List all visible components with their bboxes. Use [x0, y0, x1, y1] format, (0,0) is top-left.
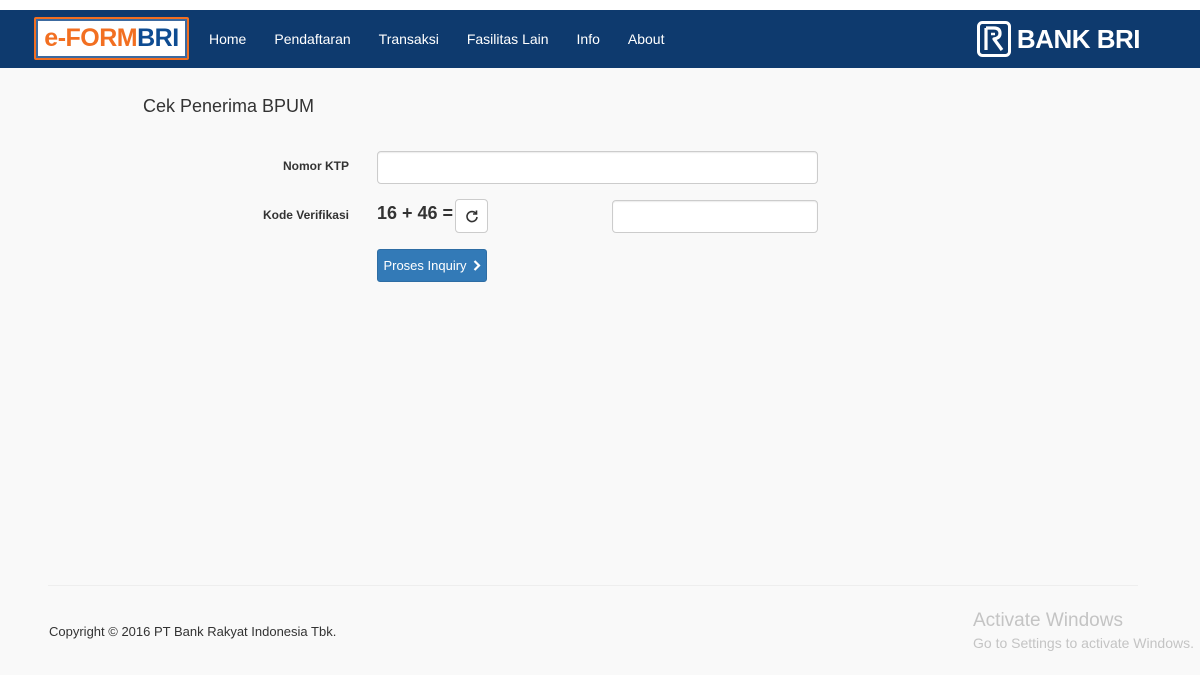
kode-verifikasi-label: Kode Verifikasi — [262, 208, 349, 222]
main-nav: Home Pendaftaran Transaksi Fasilitas Lai… — [195, 10, 678, 68]
proses-inquiry-button[interactable]: Proses Inquiry — [377, 249, 487, 282]
bri-logo-icon — [976, 21, 1011, 57]
nav-item-pendaftaran[interactable]: Pendaftaran — [260, 10, 364, 68]
footer-copyright: Copyright © 2016 PT Bank Rakyat Indonesi… — [49, 624, 337, 639]
activate-windows-watermark: Activate Windows Go to Settings to activ… — [973, 610, 1194, 651]
nav-item-fasilitas-lain[interactable]: Fasilitas Lain — [453, 10, 563, 68]
page-title: Cek Penerima BPUM — [143, 96, 315, 116]
logo-text-eform: e-FORM — [44, 24, 138, 52]
nomor-ktp-label: Nomor KTP — [283, 159, 349, 173]
navbar: e-FORM BRI Home Pendaftaran Transaksi Fas… — [0, 10, 1200, 68]
captcha-question: 16 + 46 = — [377, 203, 454, 223]
captcha-answer-input[interactable] — [612, 200, 818, 233]
refresh-captcha-button[interactable] — [455, 199, 488, 233]
eform-bri-logo[interactable]: e-FORM BRI — [34, 17, 189, 60]
watermark-subtitle: Go to Settings to activate Windows. — [973, 635, 1194, 651]
logo-text-bri: BRI — [137, 24, 179, 52]
top-strip — [0, 0, 1200, 10]
nomor-ktp-input[interactable] — [377, 151, 818, 184]
footer-divider — [48, 585, 1138, 586]
brand-text: BANK BRI — [1016, 23, 1141, 54]
nav-item-home[interactable]: Home — [195, 10, 260, 68]
proses-inquiry-label: Proses Inquiry — [383, 258, 467, 273]
watermark-title: Activate Windows — [973, 610, 1123, 631]
nav-item-about[interactable]: About — [614, 10, 679, 68]
refresh-icon — [465, 210, 478, 223]
chevron-right-icon — [473, 260, 481, 271]
bank-bri-brand: BANK BRI — [976, 19, 1141, 59]
nav-item-transaksi[interactable]: Transaksi — [365, 10, 453, 68]
nav-item-info[interactable]: Info — [563, 10, 614, 68]
